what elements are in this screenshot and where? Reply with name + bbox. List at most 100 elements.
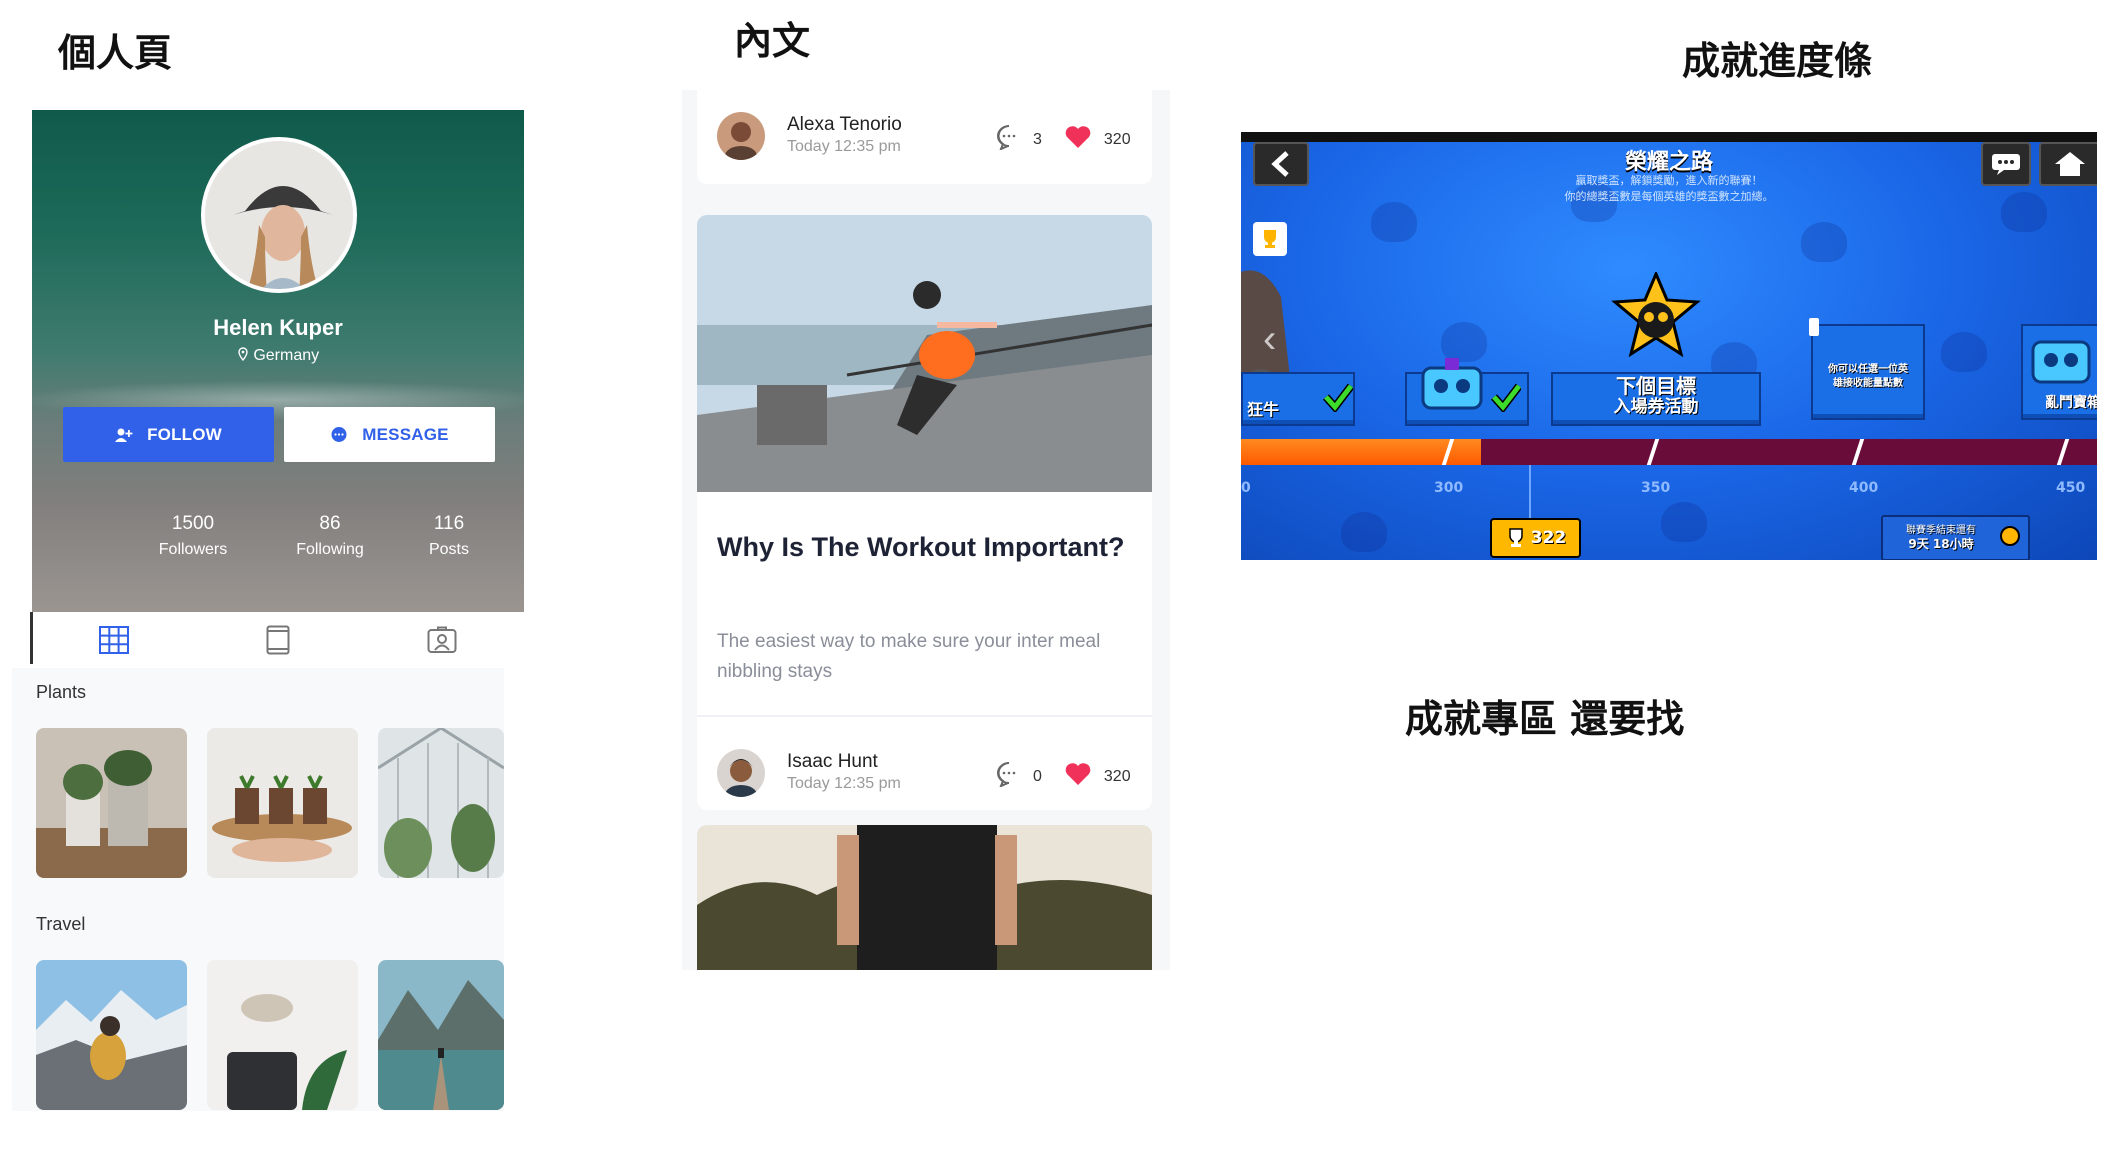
author-name[interactable]: Alexa Tenorio — [787, 114, 902, 136]
message-label: MESSAGE — [362, 424, 449, 444]
tick-label: 350 — [1641, 480, 1671, 496]
article-excerpt: The easiest way to make sure your inter … — [717, 631, 1101, 682]
profile-cover: Helen Kuper Germany FOLLOW MESSAGE 1500 … — [32, 110, 524, 612]
stat-followers[interactable]: 1500 Followers — [123, 513, 263, 559]
section-title-todo: 成就專區 還要找 — [1405, 697, 1685, 741]
photo-thumbnail[interactable] — [378, 960, 504, 1110]
follow-label: FOLLOW — [147, 424, 222, 444]
tab-grid[interactable] — [32, 612, 196, 668]
location-pin-icon — [237, 347, 253, 364]
tab-tablet[interactable] — [196, 612, 360, 668]
photo-gallery: Plants Travel — [12, 668, 504, 1111]
season-timer[interactable]: 聯賽季結束還有 9天 18小時 — [1881, 515, 2030, 560]
divider — [697, 715, 1152, 717]
heart-icon[interactable] — [1064, 125, 1092, 154]
reward-label: 入場券活動 — [1613, 397, 1699, 417]
post-meta: 3 320 — [995, 124, 1131, 155]
trophy-count: 322 — [1530, 528, 1567, 548]
brawl-box-icon — [1421, 358, 1483, 410]
scroll-left-icon[interactable]: ‹ — [1263, 317, 1276, 362]
next-post-image[interactable] — [697, 825, 1152, 970]
article-card[interactable]: Why Is The Workout Important? The easies… — [697, 215, 1152, 810]
avatar[interactable] — [201, 137, 357, 293]
grid-icon — [99, 626, 129, 654]
stat-posts[interactable]: 116 Posts — [379, 513, 519, 559]
trophy-road-screen: 榮耀之路 贏取獎盃，解鎖獎勵，進入新的聯賽！ 你的總獎盃數是每個英雄的獎盃數之加… — [1241, 132, 2097, 560]
photo-thumbnail[interactable] — [207, 960, 358, 1110]
profile-screen: Helen Kuper Germany FOLLOW MESSAGE 1500 … — [12, 110, 524, 1111]
category-title-travel: Travel — [36, 914, 86, 934]
contact-card-icon — [427, 626, 457, 653]
like-count: 320 — [1103, 767, 1131, 785]
profile-tabs — [32, 612, 524, 668]
tick-label: 300 — [1434, 480, 1464, 496]
reward-label: 亂鬥寶箱 — [2045, 395, 2097, 411]
track-tick — [1851, 439, 1865, 465]
comment-icon[interactable] — [995, 761, 1023, 792]
reward-label: 你可以任選一位英 — [1828, 364, 1908, 375]
like-count: 320 — [1103, 130, 1131, 148]
tab-contact[interactable] — [360, 612, 524, 668]
message-button[interactable]: MESSAGE — [284, 407, 495, 462]
photo-thumbnail[interactable] — [36, 728, 187, 878]
stat-label: Posts — [428, 541, 469, 558]
info-icon[interactable] — [1809, 318, 1819, 336]
comment-count: 0 — [1033, 767, 1042, 785]
game-subtitle: 贏取獎盃，解鎖獎勵，進入新的聯賽！ — [1575, 174, 1763, 187]
check-icon — [1491, 383, 1521, 412]
reward-label: 狂牛 — [1247, 400, 1280, 419]
profile-location: Germany — [32, 347, 524, 365]
tick-label: 450 — [2056, 480, 2086, 496]
post-time: Today 12:35 pm — [787, 138, 901, 155]
reward-tile[interactable] — [1405, 358, 1529, 426]
trophy-icon — [1264, 230, 1276, 248]
current-marker — [1529, 465, 1531, 520]
brawl-box-icon — [2031, 340, 2091, 384]
profile-name: Helen Kuper — [213, 315, 343, 340]
reward-tile[interactable]: 狂牛 — [1241, 372, 1355, 426]
reward-tile[interactable]: 你可以任選一位英 雄接收能量點數 — [1811, 324, 1925, 420]
chat-bubble-icon — [331, 426, 347, 442]
check-icon — [1323, 383, 1353, 412]
track-tick — [2056, 439, 2070, 465]
category-title-plants: Plants — [36, 682, 87, 702]
track-tick — [1646, 439, 1660, 465]
heart-icon[interactable] — [1064, 762, 1092, 791]
season-time: 9天 18小時 — [1908, 537, 1974, 551]
stat-label: Followers — [158, 541, 228, 558]
game-subtitle: 你的總獎盃數是每個英雄的獎盃數之加總。 — [1564, 190, 1774, 203]
post-meta: 0 320 — [995, 761, 1131, 792]
author-avatar[interactable] — [717, 749, 765, 797]
post-feed: Alexa Tenorio Today 12:35 pm 3 320 Why I… — [682, 90, 1170, 970]
photo-thumbnail[interactable] — [36, 960, 187, 1110]
timer-icon — [2000, 526, 2020, 546]
section-title-content: 內文 — [734, 19, 811, 63]
reward-tile[interactable]: 亂鬥寶箱 — [2021, 324, 2097, 420]
trophy-count-badge[interactable]: 322 — [1490, 518, 1581, 558]
comment-icon[interactable] — [995, 124, 1023, 155]
trophy-progress-bar — [1241, 439, 2097, 465]
reward-label: 雄接收能量點數 — [1833, 378, 1903, 389]
star-badge-icon — [1611, 270, 1701, 367]
photo-thumbnail[interactable] — [378, 728, 504, 878]
trophy-chip[interactable] — [1253, 222, 1287, 256]
add-user-icon — [115, 428, 133, 442]
location-label: Germany — [253, 347, 320, 364]
trophy-icon — [1509, 528, 1523, 547]
section-title-progress: 成就進度條 — [1682, 39, 1873, 83]
post-header-card[interactable]: Alexa Tenorio Today 12:35 pm 3 320 — [697, 90, 1152, 184]
season-label: 聯賽季結束還有 — [1906, 525, 1976, 536]
post-time: Today 12:35 pm — [787, 775, 901, 792]
follow-button[interactable]: FOLLOW — [63, 407, 274, 462]
section-title-profile: 個人頁 — [58, 31, 173, 75]
article-image[interactable] — [697, 215, 1152, 492]
reward-tile-next-goal[interactable]: 下個目標 入場券活動 — [1551, 372, 1761, 426]
stat-value: 1500 — [171, 513, 215, 534]
tick-label: 0 — [1241, 480, 1251, 496]
author-avatar[interactable] — [717, 112, 765, 160]
comment-count: 3 — [1033, 130, 1042, 148]
author-name[interactable]: Isaac Hunt — [787, 751, 878, 773]
tablet-icon — [266, 625, 290, 655]
article-title[interactable]: Why Is The Workout Important? — [717, 527, 1127, 568]
photo-thumbnail[interactable] — [207, 728, 358, 878]
